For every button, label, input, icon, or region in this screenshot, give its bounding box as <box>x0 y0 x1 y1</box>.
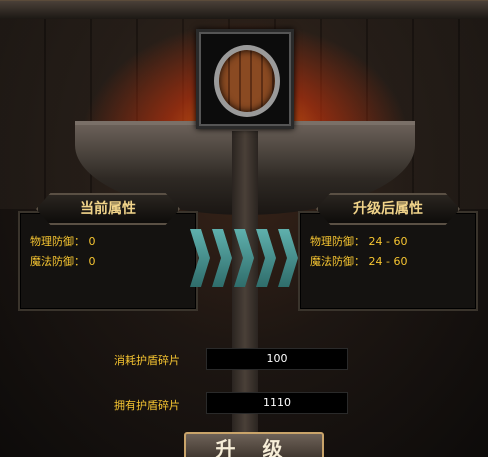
owned-field: 1110 <box>206 392 348 414</box>
shield-upgrade-panel: 当前属性 物理防御： 0 魔法防御： 0 升级后属性 物理防御： 24 - 60… <box>0 0 488 457</box>
item-slot[interactable] <box>196 29 294 129</box>
chevron-right-icon <box>278 229 298 287</box>
current-physical-defense: 物理防御： 0 <box>30 235 96 248</box>
upgraded-physical-defense: 物理防御： 24 - 60 <box>310 235 408 248</box>
cost-label: 消耗护盾碎片 <box>114 354 180 367</box>
chevron-right-icon <box>234 229 254 287</box>
chevron-right-icon <box>212 229 232 287</box>
chevron-right-icon <box>190 229 210 287</box>
chevron-right-icon <box>256 229 276 287</box>
cost-field: 100 <box>206 348 348 370</box>
current-magic-defense: 魔法防御： 0 <box>30 255 96 268</box>
upgraded-attributes-box: 升级后属性 物理防御： 24 - 60 魔法防御： 24 - 60 <box>298 193 478 311</box>
upgrade-button[interactable]: 升 级 <box>184 432 324 457</box>
upgraded-magic-defense: 魔法防御： 24 - 60 <box>310 255 408 268</box>
upgrade-arrows <box>190 229 302 287</box>
wooden-shield-icon <box>214 45 280 117</box>
current-attributes-box: 当前属性 物理防御： 0 魔法防御： 0 <box>18 193 198 311</box>
current-attributes-title: 当前属性 <box>36 193 180 225</box>
owned-label: 拥有护盾碎片 <box>114 399 180 412</box>
upgraded-attributes-title: 升级后属性 <box>316 193 460 225</box>
panel-top-frame <box>0 1 488 19</box>
